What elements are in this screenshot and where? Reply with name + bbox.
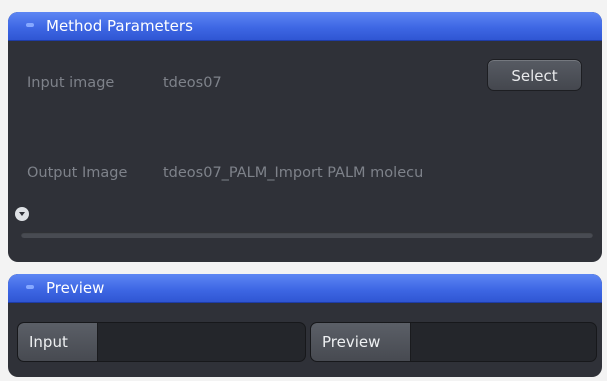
progress-track — [21, 232, 593, 238]
output-image-field[interactable]: tdeos07_PALM_Import PALM molecu — [163, 165, 488, 181]
preview-header[interactable]: Preview — [8, 274, 602, 303]
preview-view-box: Preview — [310, 322, 597, 362]
preview-title: Preview — [46, 279, 105, 297]
output-image-label: Output Image — [27, 165, 128, 181]
input-image-value: tdeos07 — [163, 75, 222, 91]
collapse-icon[interactable] — [26, 23, 34, 27]
input-tab[interactable]: Input — [18, 323, 98, 361]
input-view-box: Input — [17, 322, 306, 362]
preview-tab[interactable]: Preview — [311, 323, 411, 361]
chevron-down-icon[interactable] — [15, 207, 29, 221]
method-parameters-title: Method Parameters — [46, 17, 193, 35]
window-frame: Method Parameters Input image tdeos07 Se… — [0, 0, 607, 381]
method-parameters-panel: Method Parameters — [8, 12, 602, 262]
select-button[interactable]: Select — [487, 59, 582, 91]
collapse-icon[interactable] — [26, 285, 34, 289]
method-parameters-header[interactable]: Method Parameters — [8, 12, 602, 41]
input-image-label: Input image — [27, 75, 115, 91]
